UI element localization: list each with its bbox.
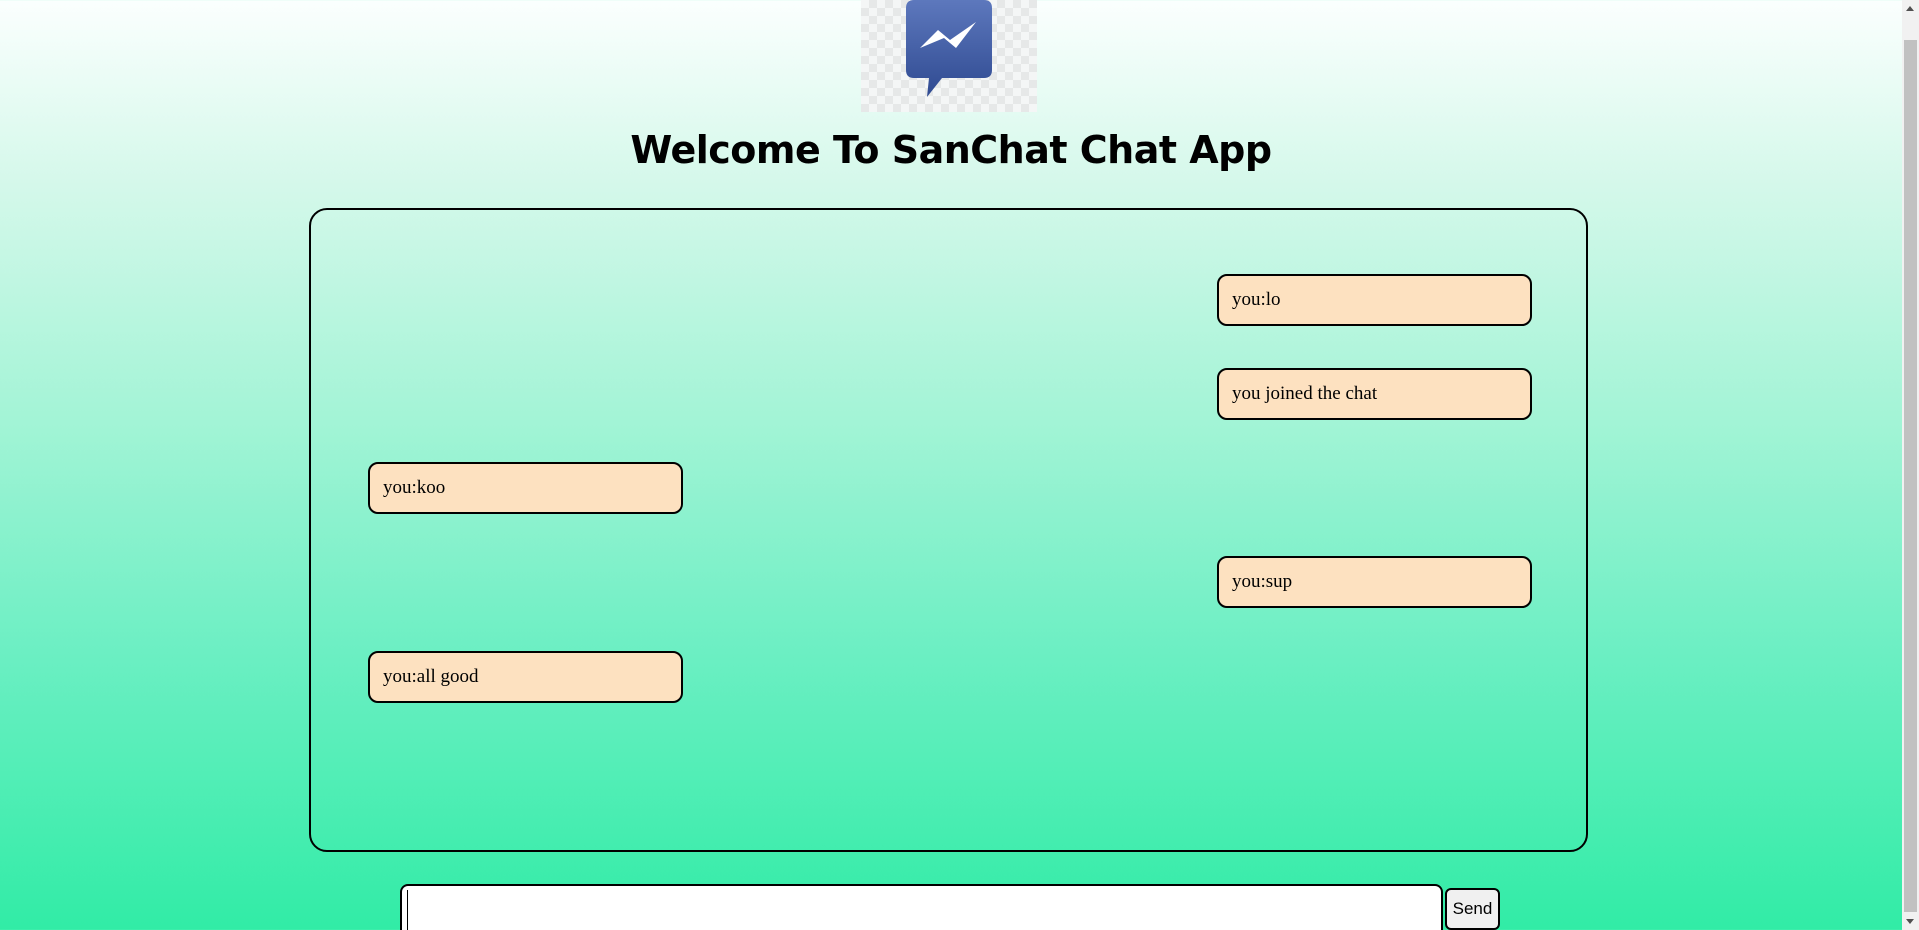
page-title: Welcome To SanChat Chat App — [630, 128, 1272, 172]
scroll-down-arrow-icon[interactable] — [1902, 913, 1919, 930]
message-input[interactable] — [400, 884, 1443, 930]
scrollbar-thumb[interactable] — [1904, 40, 1917, 912]
app-logo — [861, 0, 1037, 112]
scroll-up-arrow-icon[interactable] — [1902, 0, 1919, 17]
messenger-icon — [906, 0, 992, 97]
send-button[interactable]: Send — [1445, 888, 1500, 930]
chat-message: you:all good — [368, 651, 683, 703]
chat-message: you joined the chat — [1217, 368, 1532, 420]
chat-message: you:koo — [368, 462, 683, 514]
chat-message: you:lo — [1217, 274, 1532, 326]
chat-message: you:sup — [1217, 556, 1532, 608]
page-scrollbar[interactable] — [1902, 0, 1919, 930]
chat-messages-container[interactable]: you:lo you joined the chat you:koo you:s… — [309, 208, 1588, 852]
text-caret — [407, 890, 408, 930]
